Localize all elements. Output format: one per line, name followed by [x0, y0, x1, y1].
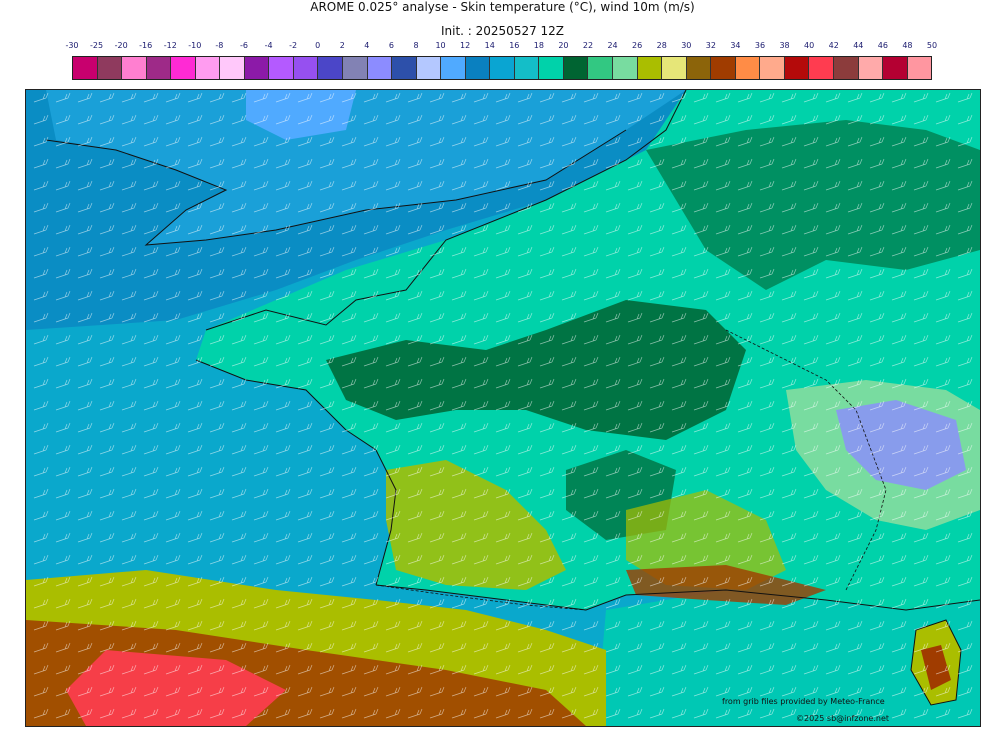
credit-copyright: ©2025 sb@infzone.net	[796, 714, 890, 723]
colorbar-cell	[293, 57, 319, 79]
credit-data-source: from grib files provided by Meteo-France	[722, 697, 885, 706]
colorbar-cell	[367, 57, 393, 79]
colorbar-cell	[563, 57, 589, 79]
colorbar-cell	[318, 57, 344, 79]
colorbar-cell	[858, 57, 884, 79]
colorbar-cell	[686, 57, 712, 79]
colorbar-cell	[539, 57, 564, 79]
chart-title: AROME 0.025° analyse - Skin temperature …	[310, 0, 695, 14]
colorbar-cell	[465, 57, 491, 79]
colorbar-cell	[441, 57, 466, 79]
colorbar-cell	[220, 57, 245, 79]
colorbar-cell	[809, 57, 834, 79]
colorbar-cell	[416, 57, 442, 79]
colorbar-cell	[760, 57, 785, 79]
colorbar-cell	[392, 57, 417, 79]
colorbar-cell	[122, 57, 147, 79]
colorbar-cell	[883, 57, 908, 79]
colorbar-labels: -30 -25 -20 -16 -12 -10 -8 -6 -4 -2 0 2 4 6 8 10 12 14 16 1…	[65, 41, 937, 53]
colorbar-cell	[637, 57, 663, 79]
colorbar-cell	[784, 57, 810, 79]
colorbar-cell	[171, 57, 196, 79]
chart-subtitle: Init. : 20250527 12Z	[440, 24, 565, 38]
colorbar-cell	[711, 57, 736, 79]
colorbar-cell	[195, 57, 221, 79]
map-svg	[26, 90, 980, 726]
colorbar-cell	[514, 57, 540, 79]
colorbar-cell	[662, 57, 687, 79]
colorbar-cell	[490, 57, 515, 79]
colorbar-cell	[588, 57, 614, 79]
colorbar-cell	[146, 57, 172, 79]
colorbar-cell	[833, 57, 859, 79]
colorbar-cell	[269, 57, 294, 79]
colorbar-cell	[613, 57, 638, 79]
colorbar-cell	[73, 57, 98, 79]
colorbar-cell	[907, 57, 932, 79]
colorbar-cell	[735, 57, 761, 79]
colorbar-cell	[97, 57, 123, 79]
colorbar-cell	[244, 57, 270, 79]
colorbar-cell	[343, 57, 368, 79]
colorbar-tick-label: 50	[926, 41, 938, 50]
temperature-map	[25, 89, 981, 727]
colorbar	[72, 56, 932, 80]
